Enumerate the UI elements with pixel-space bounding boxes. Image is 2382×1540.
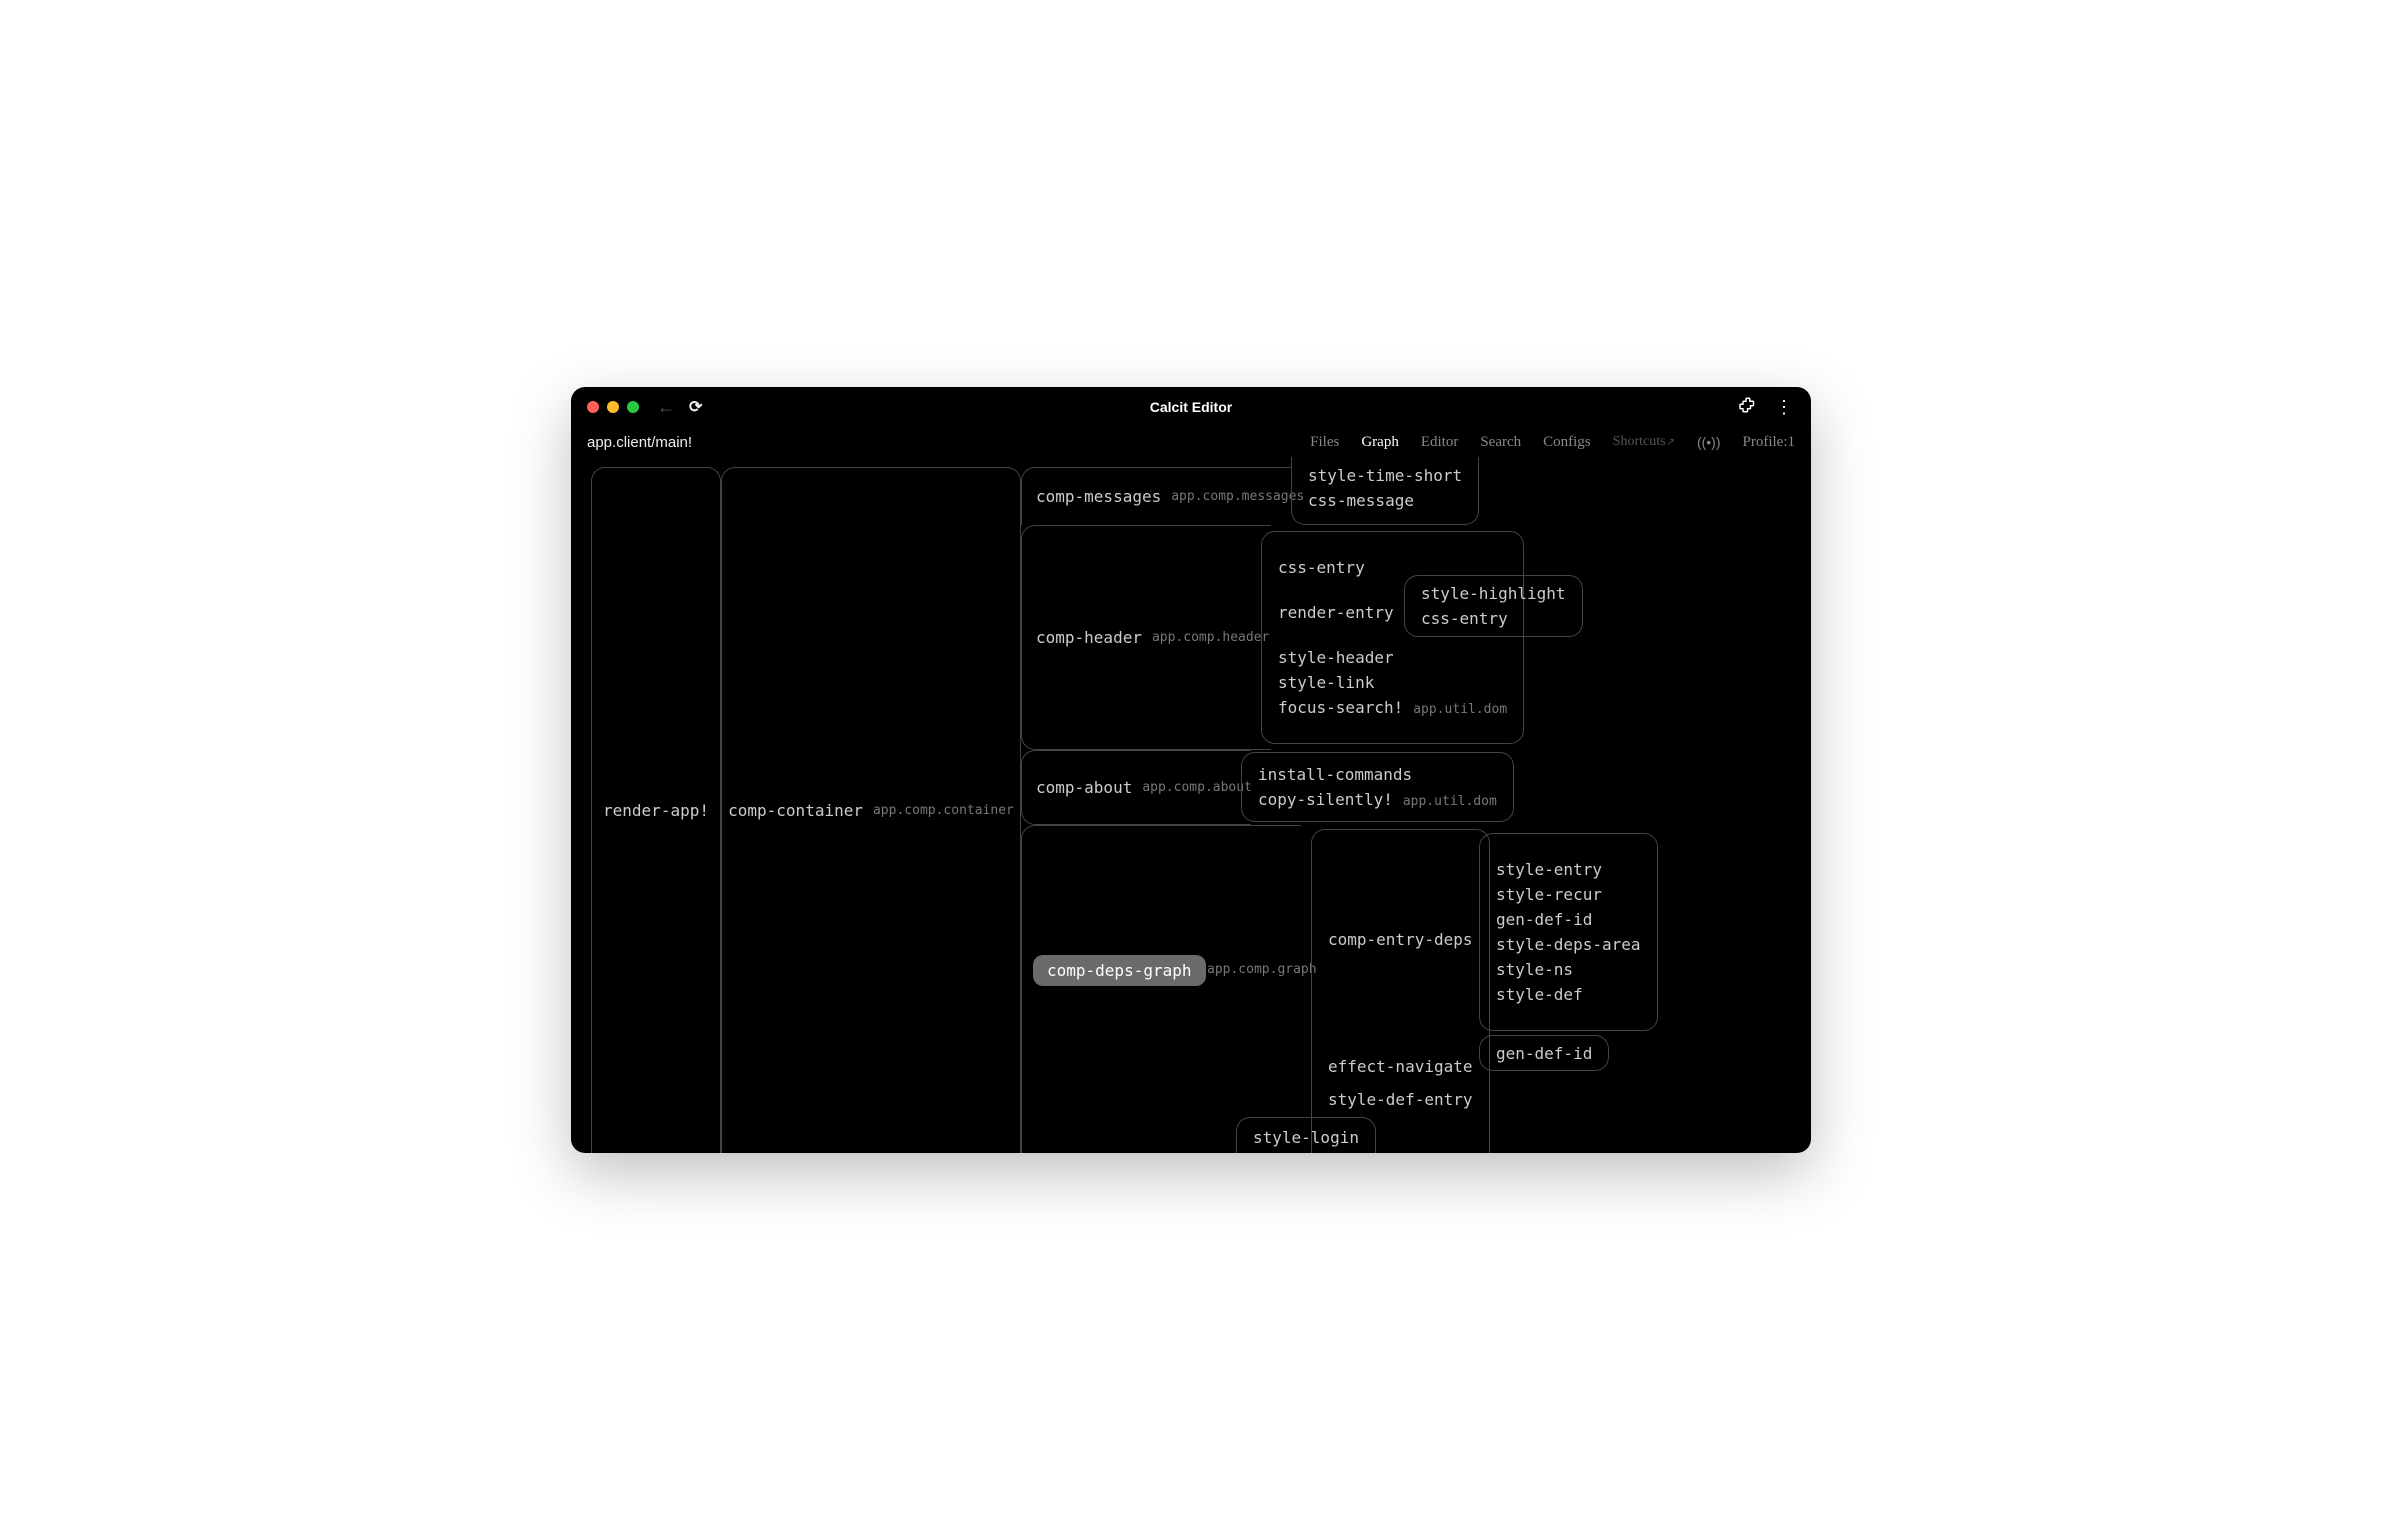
item-label: style-deps-area	[1496, 935, 1641, 954]
node-ns: app.comp.about	[1142, 780, 1252, 795]
graph-item[interactable]: copy-silently! app.util.dom	[1258, 790, 1497, 809]
item-ns: app.util.dom	[1413, 702, 1507, 717]
tab-graph[interactable]: Graph	[1361, 434, 1399, 451]
graph-row-header[interactable]: comp-header app.comp.header	[1021, 525, 1271, 750]
tab-files[interactable]: Files	[1310, 434, 1339, 451]
item-label: render-entry	[1278, 603, 1394, 622]
graph-panel-messages: style-time-short css-message	[1291, 457, 1479, 525]
graph-item[interactable]: install-commands	[1258, 765, 1497, 784]
graph-item[interactable]: style-def	[1496, 985, 1641, 1004]
graph-item[interactable]: gen-def-id	[1496, 910, 1641, 929]
reload-icon[interactable]: ⟳	[689, 397, 702, 417]
item-label: install-commands	[1258, 765, 1412, 784]
item-label: style-login	[1253, 1128, 1359, 1147]
graph-item[interactable]: comp-entry-deps	[1328, 930, 1473, 949]
graph-item[interactable]: style-link	[1278, 673, 1507, 692]
item-label: style-entry	[1496, 860, 1602, 879]
item-label: style-highlight	[1421, 584, 1566, 603]
tab-profile[interactable]: Profile:1	[1743, 434, 1796, 451]
graph-chip-ns: app.comp.graph	[1207, 962, 1317, 977]
item-ns: app.util.dom	[1403, 794, 1497, 809]
menu-icon[interactable]: ⋮	[1775, 397, 1795, 418]
subbar: app.client/main! Files Graph Editor Sear…	[571, 427, 1811, 457]
graph-item[interactable]: style-highlight	[1421, 584, 1566, 603]
tabs: Files Graph Editor Search Configs Shortc…	[1310, 434, 1795, 451]
node-label: render-app!	[603, 801, 709, 820]
graph-panel-render-entry: style-highlight css-entry	[1404, 575, 1583, 637]
graph-item[interactable]: effect-navigate	[1328, 1057, 1473, 1076]
node-label: comp-about	[1036, 778, 1132, 797]
tab-shortcuts[interactable]: Shortcuts↗	[1613, 434, 1675, 450]
close-icon[interactable]	[587, 401, 599, 413]
breadcrumb: app.client/main!	[587, 434, 692, 451]
graph-item[interactable]: style-time-short	[1308, 466, 1462, 485]
graph-item[interactable]: style-ns	[1496, 960, 1641, 979]
item-label: focus-search!	[1278, 698, 1403, 717]
item-label: style-def	[1496, 985, 1583, 1004]
extensions-icon[interactable]	[1737, 396, 1755, 419]
tab-search[interactable]: Search	[1480, 434, 1521, 451]
item-label: gen-def-id	[1496, 910, 1592, 929]
graph-item[interactable]: focus-search! app.util.dom	[1278, 698, 1507, 717]
graph-item[interactable]: gen-def-id	[1496, 1044, 1592, 1063]
minimize-icon[interactable]	[607, 401, 619, 413]
item-label: effect-navigate	[1328, 1057, 1473, 1076]
window-title: Calcit Editor	[1150, 399, 1232, 415]
node-ns: app.comp.header	[1152, 630, 1269, 645]
graph-col-render-app[interactable]: render-app!	[591, 467, 721, 1153]
graph-col-comp-container[interactable]: comp-container app.comp.container	[721, 467, 1021, 1153]
graph-panel-deps: comp-entry-deps effect-navigate style-de…	[1311, 829, 1490, 1153]
graph-panel-login: style-login	[1236, 1117, 1376, 1153]
item-label: style-time-short	[1308, 466, 1462, 485]
graph-item[interactable]: style-def-entry	[1328, 1090, 1473, 1109]
item-label: gen-def-id	[1496, 1044, 1592, 1063]
item-label: style-recur	[1496, 885, 1602, 904]
node-label: comp-header	[1036, 628, 1142, 647]
node-ns: app.comp.container	[873, 803, 1014, 818]
graph-item[interactable]: css-entry	[1421, 609, 1566, 628]
graph-item[interactable]: style-login	[1253, 1128, 1359, 1147]
item-label: css-entry	[1278, 558, 1365, 577]
maximize-icon[interactable]	[627, 401, 639, 413]
graph-panel-entry-deps: style-entry style-recur gen-def-id style…	[1479, 833, 1658, 1031]
item-label: comp-entry-deps	[1328, 930, 1473, 949]
titlebar: ← ⟳ Calcit Editor ⋮	[571, 387, 1811, 427]
graph-item[interactable]: style-entry	[1496, 860, 1641, 879]
app-window: ← ⟳ Calcit Editor ⋮ app.client/main! Fil…	[571, 387, 1811, 1153]
graph-row-deps-graph[interactable]	[1021, 825, 1301, 1153]
back-icon[interactable]: ←	[657, 397, 675, 418]
graph-panel-effect: gen-def-id	[1479, 1035, 1609, 1071]
graph-row-messages[interactable]: comp-messages app.comp.messages	[1021, 467, 1291, 525]
graph-item[interactable]: style-recur	[1496, 885, 1641, 904]
node-label: comp-messages	[1036, 487, 1161, 506]
tab-configs[interactable]: Configs	[1543, 434, 1591, 451]
tab-shortcuts-label: Shortcuts	[1613, 434, 1666, 449]
item-label: style-header	[1278, 648, 1394, 667]
graph-canvas[interactable]: render-app! comp-container app.comp.cont…	[571, 457, 1811, 1153]
graph-chip-comp-deps-graph[interactable]: comp-deps-graph	[1033, 955, 1206, 986]
graph-item[interactable]: css-message	[1308, 491, 1462, 510]
item-label: style-ns	[1496, 960, 1573, 979]
broadcast-icon[interactable]: ((•))	[1697, 434, 1721, 450]
node-ns: app.comp.messages	[1171, 489, 1304, 504]
item-label: css-message	[1308, 491, 1414, 510]
item-label: css-entry	[1421, 609, 1508, 628]
graph-panel-about: install-commands copy-silently! app.util.…	[1241, 752, 1514, 822]
tab-editor[interactable]: Editor	[1421, 434, 1459, 451]
graph-item[interactable]: style-header	[1278, 648, 1507, 667]
external-link-icon: ↗	[1667, 437, 1675, 448]
item-label: style-def-entry	[1328, 1090, 1473, 1109]
item-label: copy-silently!	[1258, 790, 1393, 809]
graph-row-about[interactable]: comp-about app.comp.about	[1021, 750, 1251, 825]
graph-item[interactable]: style-deps-area	[1496, 935, 1641, 954]
graph-panel-header: css-entry render-entry style-header styl…	[1261, 531, 1524, 744]
node-label: comp-container	[728, 801, 863, 820]
item-label: style-link	[1278, 673, 1374, 692]
traffic-lights	[587, 401, 639, 413]
